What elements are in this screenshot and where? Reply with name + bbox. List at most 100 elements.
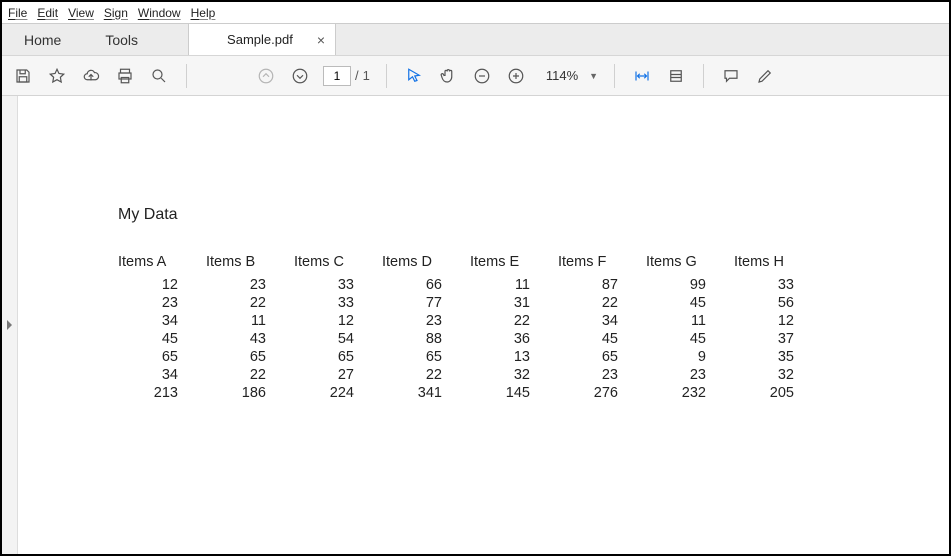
star-icon[interactable] [46, 65, 68, 87]
page-down-icon[interactable] [289, 65, 311, 87]
table-cell: 65 [206, 348, 294, 366]
table-cell: 12 [734, 312, 822, 330]
chevron-down-icon: ▼ [589, 71, 598, 81]
table-cell: 88 [382, 330, 470, 348]
table-cell: 22 [382, 366, 470, 384]
table-cell: 22 [206, 366, 294, 384]
table-cell: 66 [382, 276, 470, 294]
scroll-mode-icon[interactable] [665, 65, 687, 87]
sign-icon[interactable] [754, 65, 776, 87]
table-cell: 205 [734, 384, 822, 402]
table-row: 4543548836454537 [118, 330, 822, 348]
table-row: 3411122322341112 [118, 312, 822, 330]
table-cell: 99 [646, 276, 734, 294]
tab-close-icon[interactable]: × [317, 32, 325, 48]
table-cell: 33 [734, 276, 822, 294]
table-cell: 11 [470, 276, 558, 294]
table-cell: 276 [558, 384, 646, 402]
tab-document[interactable]: Sample.pdf × [188, 24, 336, 55]
toolbar: / 1 114% ▼ [2, 56, 949, 96]
menu-window[interactable]: Window [138, 6, 181, 20]
table-cell: 34 [118, 366, 206, 384]
fit-width-icon[interactable] [631, 65, 653, 87]
table-row: 2322337731224556 [118, 294, 822, 312]
tab-home[interactable]: Home [2, 24, 83, 55]
table-cell: 341 [382, 384, 470, 402]
print-icon[interactable] [114, 65, 136, 87]
hand-tool-icon[interactable] [437, 65, 459, 87]
table-cell: 31 [470, 294, 558, 312]
table-cell: 186 [206, 384, 294, 402]
table-header: Items C [294, 252, 382, 276]
table-row: 3422272232232332 [118, 366, 822, 384]
table-cell: 34 [558, 312, 646, 330]
table-row: 656565651365935 [118, 348, 822, 366]
table-cell: 33 [294, 294, 382, 312]
zoom-in-icon[interactable] [505, 65, 527, 87]
table-cell: 45 [646, 330, 734, 348]
nav-pane-toggle[interactable] [2, 96, 18, 554]
menu-view[interactable]: View [68, 6, 94, 20]
table-header: Items E [470, 252, 558, 276]
table-cell: 11 [206, 312, 294, 330]
table-cell: 22 [558, 294, 646, 312]
menu-file[interactable]: File [8, 6, 27, 20]
table-cell: 45 [118, 330, 206, 348]
menu-edit[interactable]: Edit [37, 6, 58, 20]
separator [386, 64, 387, 88]
table-cell: 34 [118, 312, 206, 330]
table-cell: 11 [646, 312, 734, 330]
separator [614, 64, 615, 88]
table-cell: 145 [470, 384, 558, 402]
table-row: 213186224341145276232205 [118, 384, 822, 402]
menu-bar: File Edit View Sign Window Help [2, 2, 949, 24]
page-up-icon[interactable] [255, 65, 277, 87]
table-cell: 23 [382, 312, 470, 330]
table-cell: 77 [382, 294, 470, 312]
table-cell: 213 [118, 384, 206, 402]
find-icon[interactable] [148, 65, 170, 87]
table-cell: 23 [206, 276, 294, 294]
table-cell: 65 [558, 348, 646, 366]
table-cell: 56 [734, 294, 822, 312]
page-current-input[interactable] [323, 66, 351, 86]
table-cell: 22 [206, 294, 294, 312]
menu-help[interactable]: Help [191, 6, 216, 20]
table-header: Items A [118, 252, 206, 276]
table-cell: 9 [646, 348, 734, 366]
select-tool-icon[interactable] [403, 65, 425, 87]
table-cell: 45 [558, 330, 646, 348]
table-cell: 23 [118, 294, 206, 312]
tab-tools[interactable]: Tools [83, 24, 160, 55]
table-cell: 232 [646, 384, 734, 402]
table-header: Items B [206, 252, 294, 276]
data-table: Items AItems BItems CItems DItems E Items… [118, 252, 822, 402]
save-icon[interactable] [12, 65, 34, 87]
table-header: Items D [382, 252, 470, 276]
menu-sign[interactable]: Sign [104, 6, 128, 20]
table-header: Items G [646, 252, 734, 276]
table-cell: 22 [470, 312, 558, 330]
table-header: Items H [734, 252, 822, 276]
table-cell: 32 [734, 366, 822, 384]
page-total: 1 [363, 68, 370, 83]
page-sep: / [355, 68, 359, 83]
app-window: File Edit View Sign Window Help Home Too… [0, 0, 951, 556]
page-viewport[interactable]: My Data Items AItems BItems CItems DItem… [18, 96, 949, 554]
table-cell: 27 [294, 366, 382, 384]
comment-icon[interactable] [720, 65, 742, 87]
table-cell: 23 [646, 366, 734, 384]
pdf-page: My Data Items AItems BItems CItems DItem… [18, 96, 949, 554]
zoom-select[interactable]: 114% ▼ [539, 65, 598, 86]
table-cell: 224 [294, 384, 382, 402]
table-cell: 45 [646, 294, 734, 312]
cloud-upload-icon[interactable] [80, 65, 102, 87]
content-area: My Data Items AItems BItems CItems DItem… [2, 96, 949, 554]
table-cell: 65 [294, 348, 382, 366]
zoom-out-icon[interactable] [471, 65, 493, 87]
page-indicator: / 1 [323, 66, 370, 86]
table-cell: 35 [734, 348, 822, 366]
table-cell: 12 [294, 312, 382, 330]
table-cell: 36 [470, 330, 558, 348]
chevron-right-icon [7, 320, 12, 330]
